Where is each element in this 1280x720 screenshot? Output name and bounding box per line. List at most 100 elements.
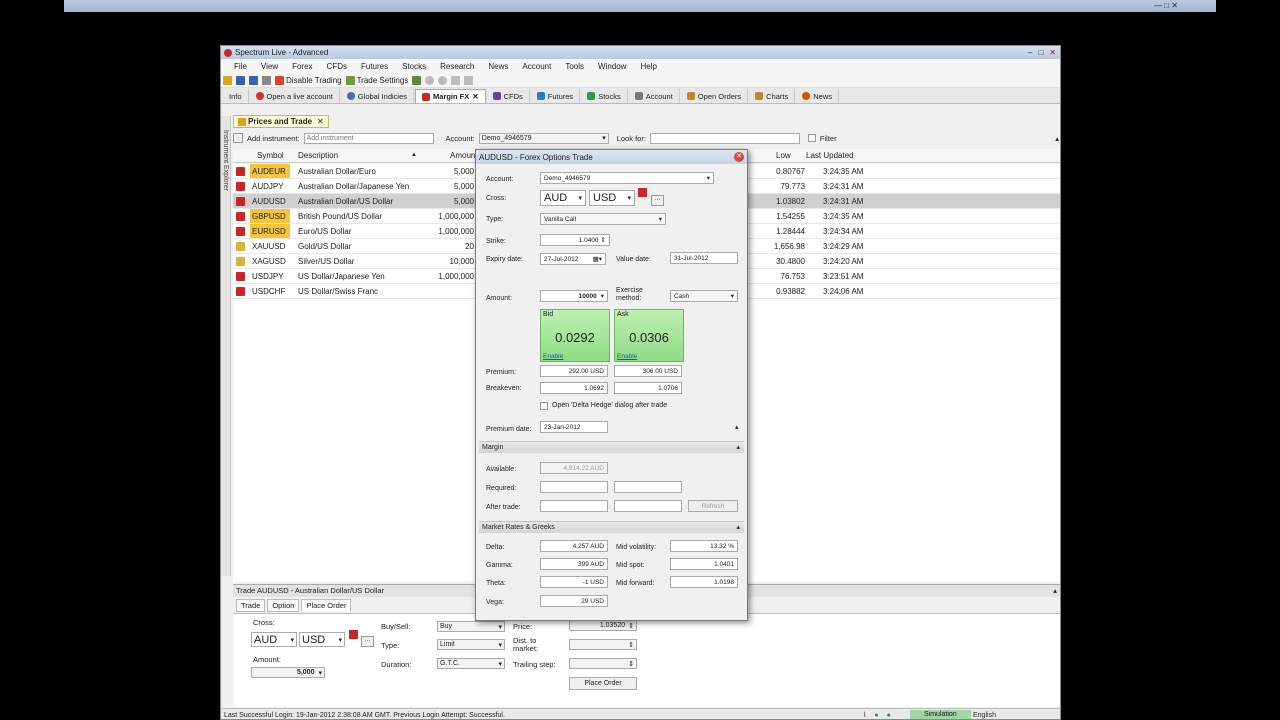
tab-futures[interactable]: Futures [531, 89, 581, 103]
print-icon[interactable] [262, 75, 271, 85]
subtab-close-icon[interactable]: ✕ [317, 117, 324, 126]
cross-to-select[interactable]: USD ▾ [299, 632, 345, 647]
dlg-cross-from-select[interactable]: AUD ▾ [540, 190, 586, 206]
spinner-icon[interactable]: ⇕ [628, 641, 634, 649]
more-button[interactable]: … [361, 636, 374, 647]
tab-open-orders[interactable]: Open Orders [681, 89, 749, 103]
window-controls: – □ ✕ [1028, 48, 1060, 57]
col-last-updated[interactable]: Last Updated [806, 151, 854, 160]
bid-quote-panel[interactable]: Bid 0.0292 Enable [540, 309, 610, 362]
price-input[interactable]: 1.03520 ⇕ [569, 620, 637, 631]
dlg-exercise-select[interactable]: Cash ▾ [670, 290, 738, 302]
language-indicator[interactable]: English [973, 709, 996, 719]
close-icon[interactable]: ✕ [1049, 48, 1056, 57]
maximize-icon[interactable]: □ [1038, 48, 1043, 57]
grid-options-icon[interactable] [233, 133, 243, 143]
col-description[interactable]: Description [298, 151, 338, 160]
dist-to-market-input[interactable]: ⇕ [569, 639, 637, 650]
duration-select[interactable]: G.T.C. ▾ [437, 658, 505, 669]
dialog-close-icon[interactable]: ✕ [734, 152, 744, 162]
place-order-button[interactable]: Place Order [569, 677, 637, 690]
menu-futures[interactable]: Futures [354, 62, 395, 71]
menu-help[interactable]: Help [633, 62, 663, 71]
refresh-icon[interactable] [425, 75, 435, 85]
col-low[interactable]: Low [776, 151, 791, 160]
window-icon[interactable] [464, 75, 474, 85]
margin-section-header[interactable]: Margin ▴ [479, 441, 744, 453]
col-symbol[interactable]: Symbol [257, 151, 284, 160]
signal-icon: ⌇ [863, 712, 867, 719]
minimize-icon[interactable]: – [1028, 48, 1032, 57]
chart-icon [755, 92, 764, 100]
dlg-cross-to-value: USD [593, 192, 617, 204]
tab-news[interactable]: News [796, 89, 840, 103]
dlg-cross-to-select[interactable]: USD ▾ [589, 190, 635, 206]
futures-icon [536, 92, 545, 100]
order-type-select[interactable]: Limit ▾ [437, 639, 505, 650]
home-icon[interactable] [451, 75, 461, 85]
tab-info[interactable]: Info [223, 89, 249, 103]
bid-enable-link[interactable]: Enable [543, 353, 563, 360]
dlg-amount-input[interactable]: 10000 ▾ [540, 290, 608, 302]
ask-enable-link[interactable]: Enable [617, 353, 637, 360]
collapse-icon[interactable]: ▴ [1053, 585, 1057, 597]
collapse-icon[interactable]: ▴ [735, 423, 739, 431]
tab-stocks[interactable]: Stocks [581, 89, 628, 103]
trailing-step-input[interactable]: ⇕ [569, 658, 637, 669]
layout-icon[interactable] [412, 75, 422, 85]
add-instrument-input[interactable] [303, 132, 434, 144]
menu-account[interactable]: Account [515, 62, 558, 71]
menu-cfds[interactable]: CFDs [320, 62, 354, 71]
menu-file[interactable]: File [227, 62, 254, 71]
ask-quote-panel[interactable]: Ask 0.0306 Enable [614, 309, 684, 362]
spinner-icon[interactable]: ⇕ [601, 236, 606, 244]
dlg-more-button[interactable]: … [651, 195, 664, 206]
look-for-input[interactable] [649, 132, 800, 144]
menu-window[interactable]: Window [591, 62, 633, 71]
tab-trade[interactable]: Trade [236, 599, 266, 612]
dlg-strike-input[interactable]: 1.0400 ⇕ [540, 234, 610, 246]
tab-cfds[interactable]: CFDs [487, 89, 530, 103]
filter-checkbox[interactable] [807, 134, 816, 142]
dlg-expiry-picker[interactable]: 27-Jul-2012 ▦▾ [540, 253, 606, 265]
tab-option[interactable]: Option [267, 599, 300, 612]
buysell-select[interactable]: Buy ▾ [437, 621, 505, 632]
menu-forex[interactable]: Forex [285, 62, 319, 71]
menu-stocks[interactable]: Stocks [395, 62, 433, 71]
col-amount[interactable]: Amount [450, 151, 478, 160]
fx-icon [349, 630, 358, 639]
tab-place-order[interactable]: Place Order [301, 599, 352, 612]
dlg-account-select[interactable]: Demo_4946579 ▾ [540, 172, 714, 184]
dlg-type-select[interactable]: Vanilla Call ▾ [540, 213, 666, 225]
spinner-icon[interactable]: ⇕ [628, 660, 634, 668]
trade-settings-button[interactable]: Trade Settings [345, 75, 408, 85]
menu-research[interactable]: Research [433, 62, 481, 71]
disable-trading-button[interactable]: Disable Trading [275, 75, 342, 85]
instrument-explorer-strip[interactable]: Instrument Explorer [221, 116, 231, 576]
outer-window-controls[interactable]: — □ ✕ [1154, 1, 1178, 10]
greeks-section-header[interactable]: Market Rates & Greeks ▴ [479, 521, 744, 533]
tab-close-icon[interactable]: ✕ [472, 92, 478, 101]
help-icon[interactable] [438, 75, 448, 85]
account-select[interactable]: Demo_4946579 ▾ [478, 132, 609, 144]
tab-open-live-account[interactable]: Open a live account [250, 89, 340, 103]
chevron-down-icon[interactable]: ▾ [601, 292, 604, 300]
tab-prices-and-trade[interactable]: Prices and Trade ✕ [233, 115, 329, 128]
menu-news[interactable]: News [481, 62, 515, 71]
refresh-button[interactable]: Refresh [688, 500, 738, 512]
cross-from-select[interactable]: AUD ▾ [251, 632, 297, 647]
collapse-icon[interactable]: ▴ [1055, 134, 1059, 143]
tab-global-indicies[interactable]: Global Indicies [341, 89, 415, 103]
tab-margin-fx[interactable]: Margin FX ✕ [415, 89, 486, 103]
tab-account[interactable]: Account [629, 89, 680, 103]
calendar-icon[interactable]: ▦▾ [593, 255, 602, 263]
menu-view[interactable]: View [254, 62, 285, 71]
folder-icon[interactable] [223, 75, 232, 85]
spinner-icon[interactable]: ⇕ [628, 622, 634, 630]
save-all-icon[interactable] [249, 75, 258, 85]
save-icon[interactable] [236, 75, 245, 85]
amount-input[interactable]: 5,000 ▾ [251, 667, 325, 678]
menu-tools[interactable]: Tools [558, 62, 591, 71]
delta-hedge-checkbox[interactable] [540, 402, 548, 410]
tab-charts[interactable]: Charts [749, 89, 796, 103]
